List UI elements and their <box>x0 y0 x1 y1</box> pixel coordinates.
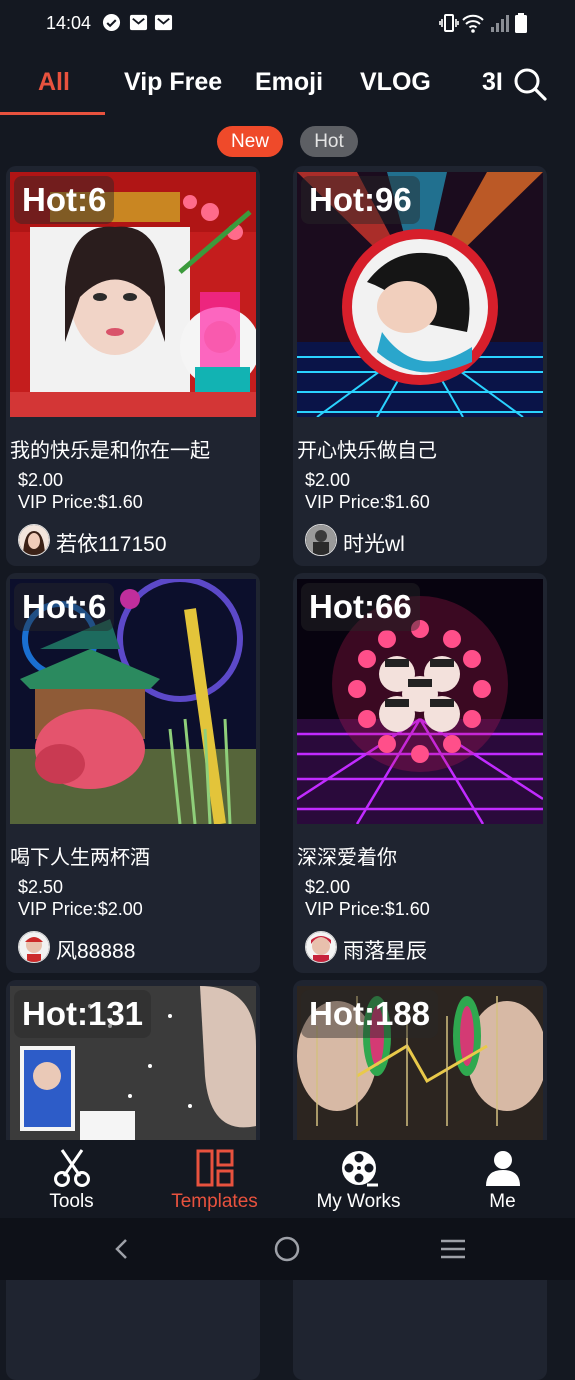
template-title: 深深爱着你 <box>297 847 397 869</box>
template-card[interactable]: Hot:66 深深爱着你 $2.00 VIP Price:$1.60 雨落星辰 <box>293 573 547 973</box>
active-tab-indicator <box>0 112 105 115</box>
filter-new-chip[interactable]: New <box>217 126 283 157</box>
template-thumbnail[interactable]: Hot:6 <box>10 172 256 417</box>
tab-3i[interactable]: 3I <box>482 68 503 97</box>
template-thumbnail[interactable]: Hot:96 <box>297 172 543 417</box>
avatar[interactable] <box>305 524 337 556</box>
recents-menu-icon[interactable] <box>440 1238 466 1260</box>
person-icon <box>485 1151 520 1186</box>
hot-count-badge: Hot:96 <box>301 176 420 224</box>
system-nav-bar <box>0 1218 575 1280</box>
template-vip-price: VIP Price:$1.60 <box>305 492 430 512</box>
nav-my-works-label: My Works <box>316 1191 401 1212</box>
scissors-icon <box>53 1149 90 1187</box>
tab-vip-free[interactable]: Vip Free <box>124 68 222 97</box>
filter-hot-chip[interactable]: Hot <box>300 126 358 157</box>
nav-tools-label: Tools <box>49 1191 94 1212</box>
hot-count-badge: Hot:188 <box>301 990 439 1038</box>
template-price: $2.00 <box>305 470 351 490</box>
search-icon[interactable] <box>512 66 548 102</box>
avatar[interactable] <box>18 931 50 963</box>
nav-my-works[interactable]: My Works <box>287 1140 430 1218</box>
tab-all[interactable]: All <box>38 68 70 97</box>
template-price: $2.00 <box>305 877 351 897</box>
template-card[interactable]: Hot:6 我的快乐是和你在一起 $2.00 VIP Price:$1.60 若… <box>6 166 260 566</box>
template-card[interactable]: Hot:6 喝下人生两杯酒 $2.50 VIP Price:$2.00 风888… <box>6 573 260 973</box>
signal-icon <box>491 15 509 32</box>
template-thumbnail[interactable]: Hot:6 <box>10 579 256 824</box>
check-circle-icon <box>102 13 121 32</box>
nav-tools[interactable]: Tools <box>0 1140 143 1218</box>
film-reel-icon <box>341 1151 378 1187</box>
mail-icon <box>129 14 148 31</box>
category-tabs: All Vip Free Emoji VLOG 3I <box>0 58 575 116</box>
templates-icon <box>196 1149 233 1187</box>
nav-templates[interactable]: Templates <box>143 1140 286 1218</box>
template-vip-price: VIP Price:$1.60 <box>305 899 430 919</box>
author-name: 雨落星辰 <box>343 940 427 963</box>
vibrate-icon <box>439 14 459 32</box>
template-vip-price: VIP Price:$2.00 <box>18 899 143 919</box>
nav-me[interactable]: Me <box>431 1140 574 1218</box>
wifi-icon <box>462 14 484 33</box>
avatar[interactable] <box>18 524 50 556</box>
author-name: 时光wl <box>343 533 405 556</box>
template-card[interactable]: Hot:96 开心快乐做自己 $2.00 VIP Price:$1.60 时光w… <box>293 166 547 566</box>
template-title: 我的快乐是和你在一起 <box>10 440 210 462</box>
author-name: 风88888 <box>56 940 136 963</box>
back-icon[interactable] <box>112 1238 132 1260</box>
tab-emoji[interactable]: Emoji <box>255 68 323 97</box>
template-title: 喝下人生两杯酒 <box>10 847 150 869</box>
status-time: 14:04 <box>46 13 92 33</box>
status-bar: 14:04 <box>0 0 575 48</box>
hot-count-badge: Hot:6 <box>14 583 115 631</box>
bottom-nav: Tools Templates My Works Me <box>0 1140 575 1218</box>
hot-count-badge: Hot:66 <box>301 583 420 631</box>
template-vip-price: VIP Price:$1.60 <box>18 492 143 512</box>
nav-me-label: Me <box>489 1191 516 1212</box>
mail-icon <box>154 14 173 31</box>
template-thumbnail[interactable]: Hot:66 <box>297 579 543 824</box>
template-price: $2.00 <box>18 470 64 490</box>
home-icon[interactable] <box>274 1236 300 1262</box>
hot-count-badge: Hot:6 <box>14 176 115 224</box>
hot-count-badge: Hot:131 <box>14 990 152 1038</box>
nav-templates-label: Templates <box>171 1191 258 1212</box>
tab-vlog[interactable]: VLOG <box>360 68 431 97</box>
avatar[interactable] <box>305 931 337 963</box>
battery-icon <box>515 13 527 33</box>
template-title: 开心快乐做自己 <box>297 440 437 462</box>
template-price: $2.50 <box>18 877 64 897</box>
author-name: 若依117150 <box>56 533 167 556</box>
